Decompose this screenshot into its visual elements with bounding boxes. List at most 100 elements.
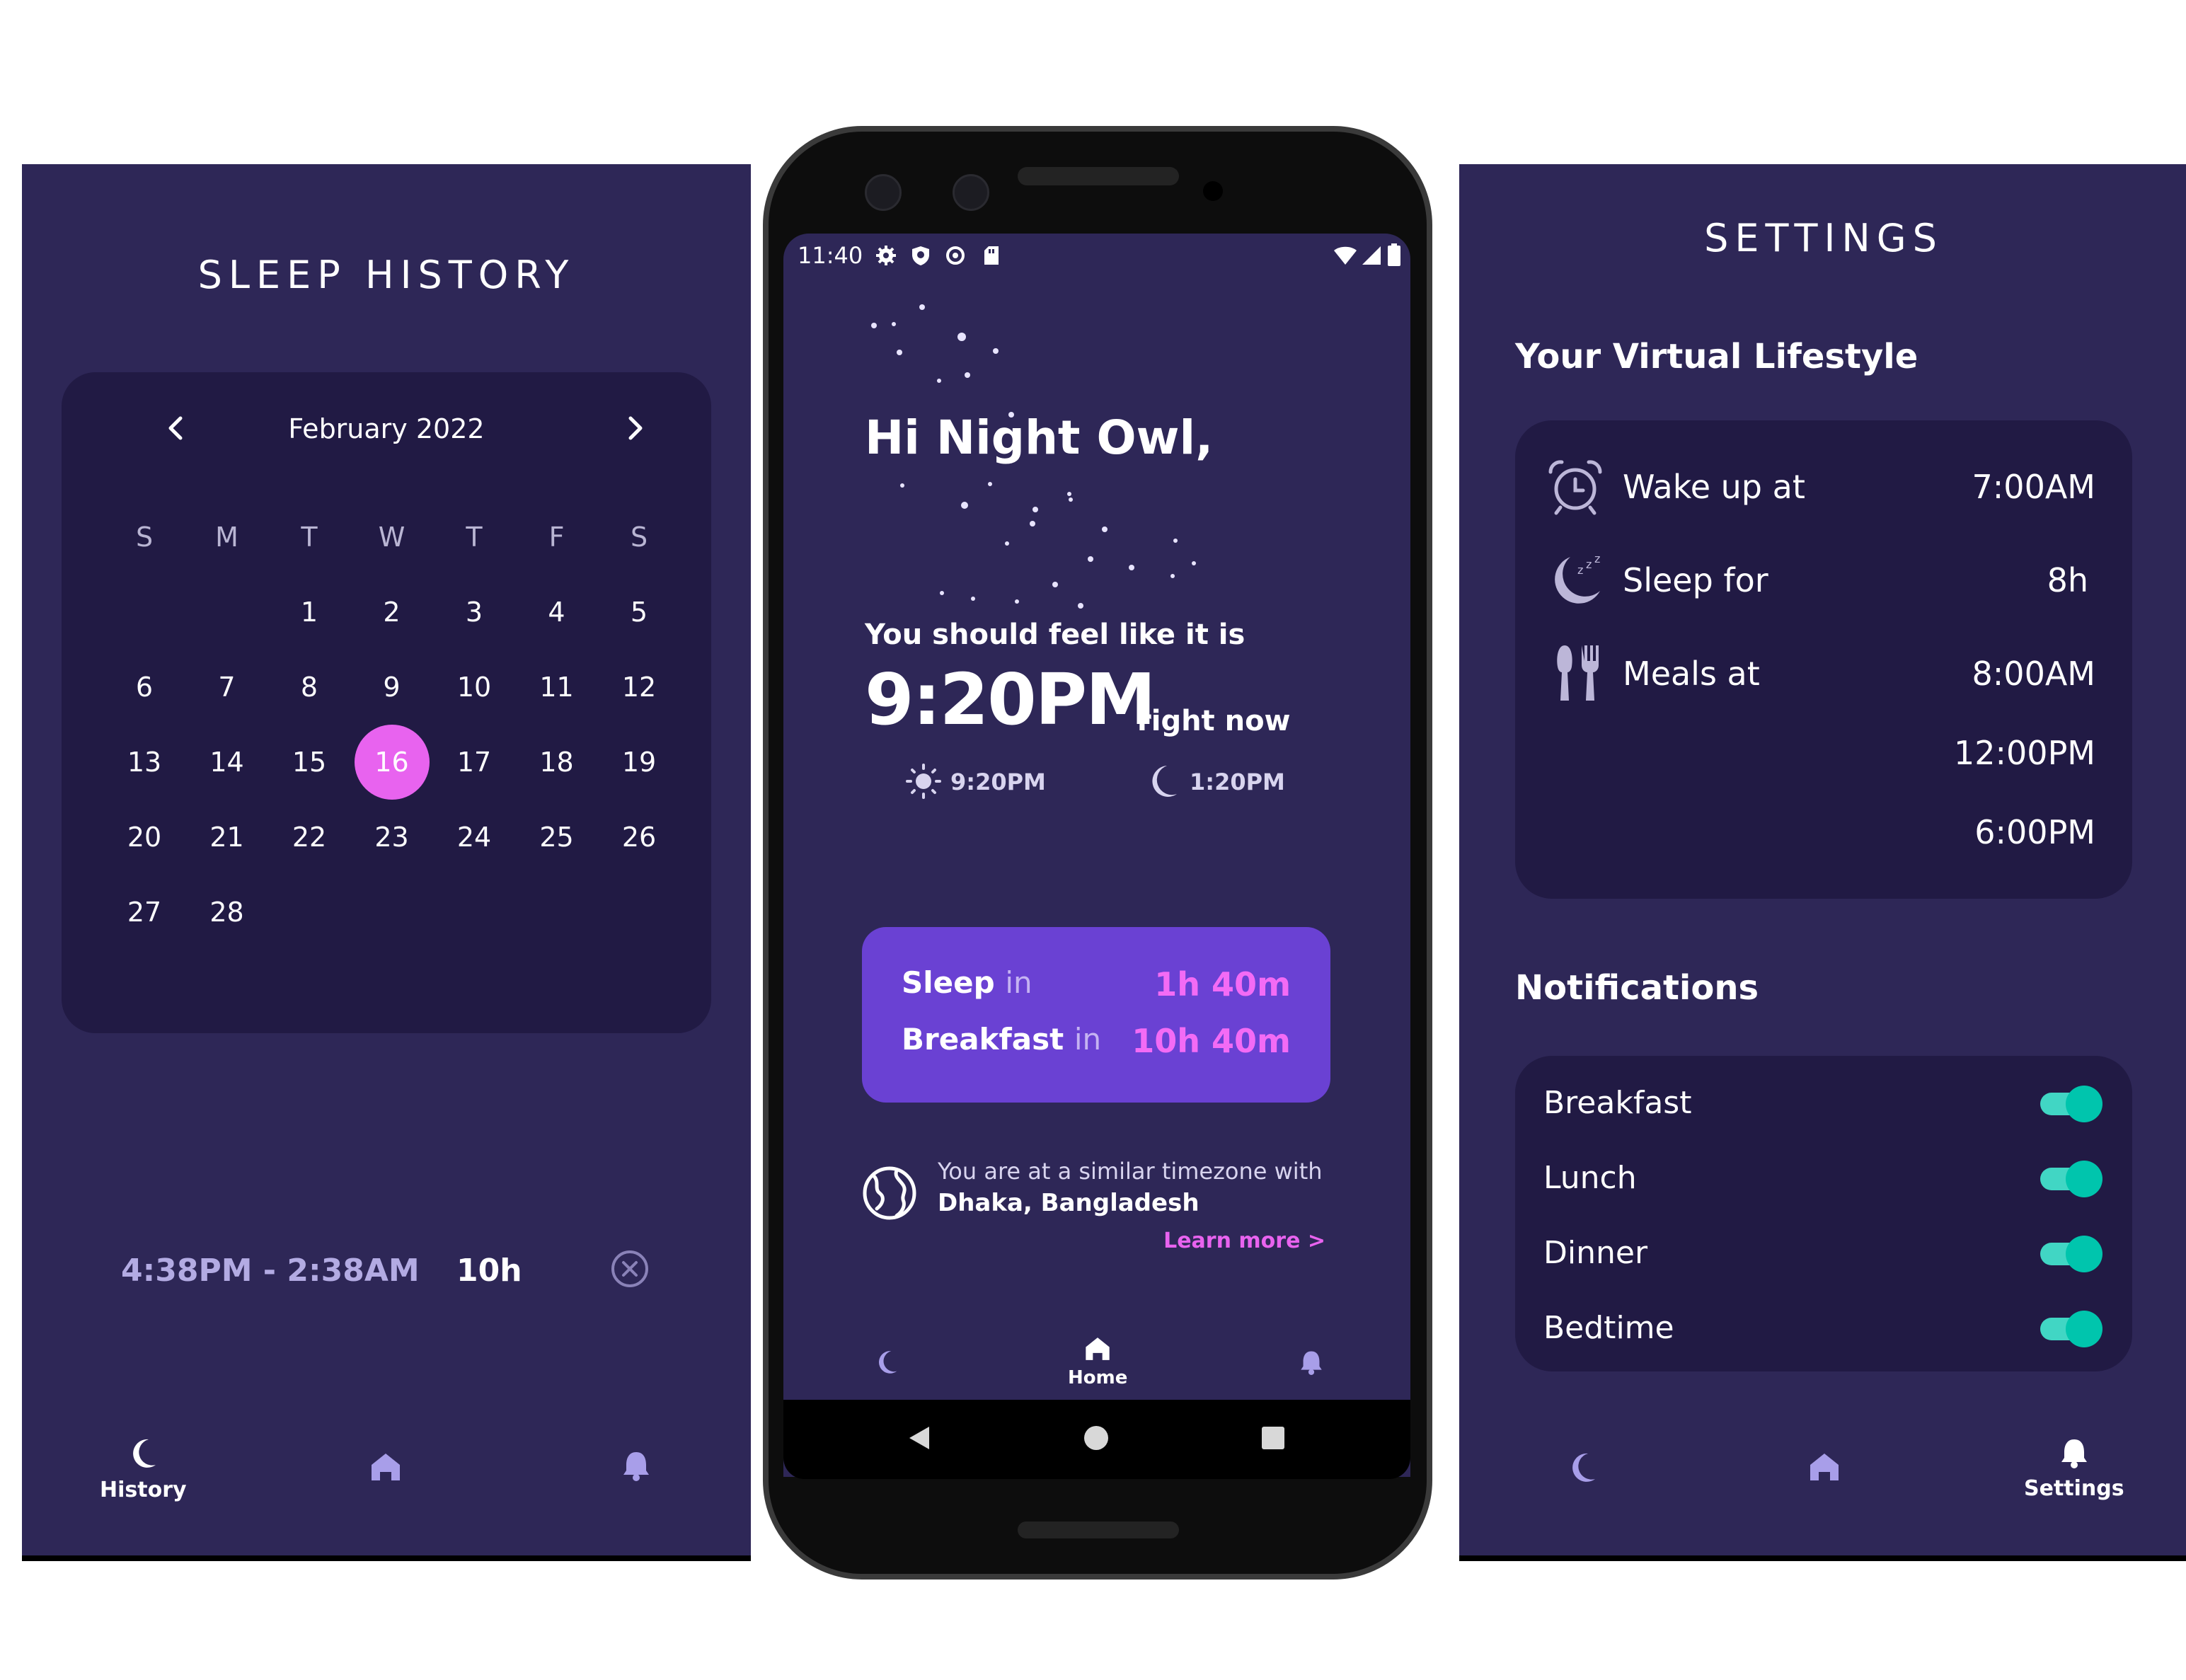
weekday-label: W [378,522,405,553]
bottom-speaker [1018,1521,1179,1538]
calendar-day[interactable]: 3 [433,575,515,650]
sleep-range: 4:38PM - 2:38AM [121,1253,420,1289]
svg-text:z: z [1586,558,1592,571]
sleep-duration: 10h [456,1253,522,1289]
tab-history[interactable] [1567,1451,1598,1485]
meal-time-row[interactable]: 6:00PM [1515,804,2132,861]
recents-icon[interactable] [1260,1425,1286,1451]
delete-entry-button[interactable] [609,1248,650,1292]
calendar-day[interactable]: 12 [598,650,680,725]
notification-row-bedtime: Bedtime [1515,1299,2132,1356]
calendar-day[interactable]: 5 [598,575,680,650]
home-icon [1810,1454,1839,1480]
calendar-day[interactable]: 15 [268,725,350,800]
lunch-toggle[interactable] [2040,1161,2102,1197]
svg-text:z: z [1594,552,1600,565]
meal-time-row[interactable]: 12:00PM [1515,725,2132,781]
calendar-day[interactable]: 26 [598,800,680,875]
calendar-day[interactable]: 22 [268,800,350,875]
android-nav-bar [783,1400,1410,1479]
calendar-day[interactable]: 19 [598,725,680,800]
sun-icon [906,764,941,799]
calendar-day[interactable]: 4 [516,575,598,650]
calendar-day[interactable]: 10 [433,650,515,725]
home-circle-icon[interactable] [1082,1424,1110,1452]
star-dot [971,597,975,601]
bell-icon [623,1452,649,1481]
calendar-day[interactable]: 7 [186,650,268,725]
bell-icon [1301,1351,1322,1375]
chevron-right-icon [628,416,643,440]
weekday-label: M [215,522,238,553]
notifications-card: Breakfast Lunch Dinner Bedtime [1515,1056,2132,1371]
wake-label: Wake up at [1623,468,1805,506]
meal-time-dinner[interactable]: 6:00PM [1974,813,2095,851]
breakfast-toggle[interactable] [2040,1086,2102,1122]
calendar-day[interactable]: 1 [268,575,350,650]
star-dot [957,333,966,341]
star-dot [1052,582,1058,587]
sleep-history-screen: SLEEP HISTORY February 2022 SMTWTFS12345… [22,164,751,1561]
wake-value: 7:00AM [1972,468,2095,506]
star-dot [1005,541,1009,546]
tab-history[interactable]: History [100,1437,187,1502]
tab-notifications[interactable] [621,1449,652,1482]
calendar-day[interactable]: 28 [186,875,268,950]
bottom-tab-bar: History [22,1422,751,1536]
next-month-button[interactable] [611,403,660,453]
meal-time-lunch[interactable]: 12:00PM [1954,734,2095,772]
back-icon[interactable] [905,1424,933,1452]
notification-label: Dinner [1543,1234,1648,1271]
feel-suffix: right now [1137,705,1291,737]
calendar-day[interactable]: 20 [103,800,185,875]
sleep-label: Sleep for [1623,561,1768,599]
notification-row-breakfast: Breakfast [1515,1074,2132,1131]
earpiece-speaker [1018,167,1179,185]
tab-notifications[interactable] [1299,1349,1324,1376]
star-dot [892,322,896,326]
calendar-day[interactable]: 23 [351,800,433,875]
calendar-day-selected[interactable]: 16 [354,725,430,800]
calendar-day[interactable]: 18 [516,725,598,800]
notifications-heading: Notifications [1515,968,1759,1008]
star-dot [1078,603,1083,609]
calendar-day[interactable]: 25 [516,800,598,875]
tab-home[interactable] [1807,1451,1841,1483]
camera-lens [865,174,902,211]
learn-more-link[interactable]: Learn more > [1163,1229,1325,1253]
meal-time-breakfast[interactable]: 8:00AM [1972,655,2095,693]
tab-home-label: Home [1068,1367,1128,1388]
calendar-day[interactable]: 11 [516,650,598,725]
dinner-toggle[interactable] [2040,1236,2102,1272]
timezone-note: You are at a similar timezone with [938,1158,1323,1185]
star-dot [988,482,992,486]
calendar-day[interactable]: 27 [103,875,185,950]
tab-settings[interactable]: Settings [2024,1437,2124,1501]
calendar-day[interactable]: 21 [186,800,268,875]
calendar-day[interactable]: 9 [351,650,433,725]
calendar-day[interactable]: 17 [433,725,515,800]
sleep-row[interactable]: zzz Sleep for 8h [1515,552,2132,609]
bedtime-toggle[interactable] [2040,1311,2102,1347]
lifestyle-heading: Your Virtual Lifestyle [1515,337,1918,376]
upcoming-label: Sleep [902,965,995,1000]
calendar-day[interactable]: 6 [103,650,185,725]
tab-home[interactable] [369,1451,403,1483]
tab-history-label: History [100,1478,187,1502]
calendar-day[interactable]: 14 [186,725,268,800]
star-dot [1030,521,1035,527]
calendar-day[interactable]: 2 [351,575,433,650]
calendar-day[interactable]: 24 [433,800,515,875]
tab-history[interactable] [874,1349,899,1376]
calendar-day[interactable]: 8 [268,650,350,725]
calendar-day[interactable]: 13 [103,725,185,800]
meals-row[interactable]: Meals at 8:00AM [1515,645,2132,702]
page-title: SETTINGS [1704,216,1943,260]
wake-row[interactable]: Wake up at 7:00AM [1515,459,2132,515]
bottom-tab-bar: Settings [1459,1422,2186,1536]
tab-home[interactable]: Home [1068,1335,1127,1388]
star-dot [937,379,941,383]
star-dot [871,323,877,328]
moon-time: 1:20PM [1190,769,1285,795]
star-dot [1173,539,1178,543]
